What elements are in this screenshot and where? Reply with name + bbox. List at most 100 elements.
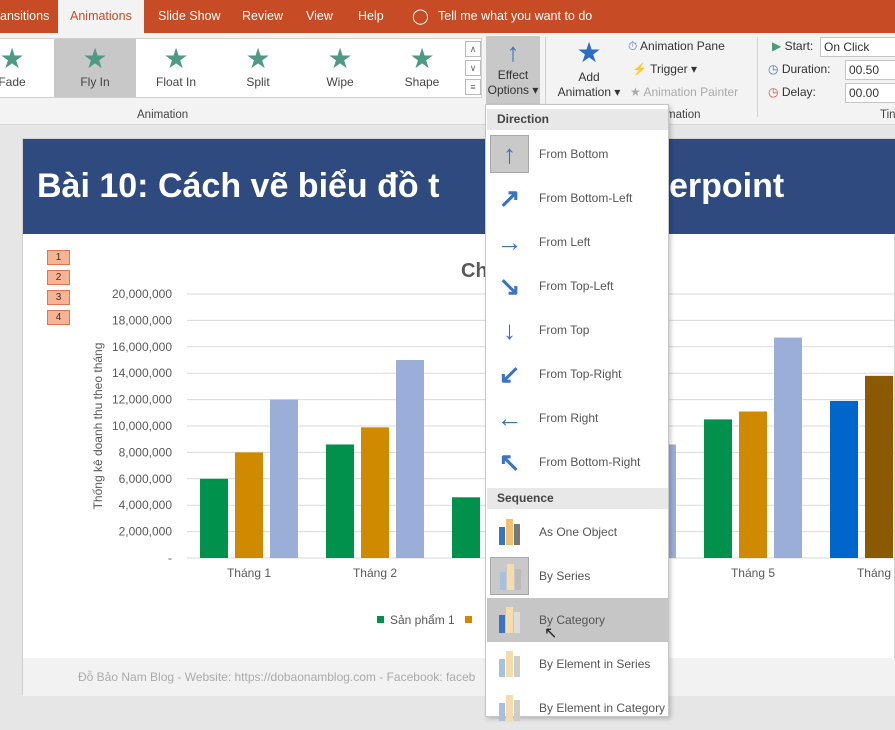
duration-label-text: Duration: [781, 62, 831, 76]
animation-pane-button[interactable]: ⏱ Animation Pane [628, 39, 725, 54]
slide-title-band: Bài 10: Cách vẽ biểu đồ t erpoint [23, 139, 895, 234]
tab-view[interactable]: View [306, 0, 333, 33]
arrow-right-icon: → [496, 227, 523, 257]
animation-pane-label: Animation Pane [640, 39, 725, 53]
menu-header-sequence: Sequence [487, 488, 668, 509]
as-one-object-icon [490, 513, 529, 551]
gallery-scroll-up[interactable]: ∧ [465, 41, 481, 57]
direction-from-bottom[interactable]: ↑ From Bottom [487, 132, 668, 176]
sequence-by-series[interactable]: By Series [487, 554, 668, 598]
sequence-by-category[interactable]: By Category [487, 598, 668, 642]
gallery-label: Split [246, 75, 270, 89]
trigger-button[interactable]: ⚡ Trigger ▾ [632, 62, 697, 76]
delay-label: ◷ Delay: [768, 85, 816, 99]
gallery-item-fly-in[interactable]: ★ Fly In [54, 39, 136, 97]
menu-item-label: By Element in Series [539, 657, 651, 671]
start-label: ▶ Start: [772, 39, 813, 53]
trigger-label: Trigger ▾ [650, 62, 697, 76]
arrow-up-icon: ↑ [503, 139, 516, 169]
tab-help[interactable]: Help [358, 0, 384, 33]
gallery-item-shape[interactable]: ★ Shape [381, 39, 463, 97]
gallery-label: Shape [404, 75, 440, 89]
start-select[interactable]: On Click [820, 37, 895, 57]
delay-input[interactable]: 00.00 [845, 83, 895, 103]
gallery-label: Wipe [326, 75, 354, 89]
direction-from-top-left[interactable]: ↘ From Top-Left [487, 264, 668, 308]
tab-slide-show[interactable]: Slide Show [158, 0, 221, 33]
add-animation-button[interactable]: ★ Add Animation ▾ [552, 36, 626, 104]
menu-header-direction: Direction [487, 109, 668, 130]
menu-item-label: From Bottom [539, 147, 609, 161]
effect-options-menu: Direction ↑ From Bottom ↗ From Bottom-Left →… [485, 104, 669, 721]
direction-from-top-right[interactable]: ↙ From Top-Right [487, 352, 668, 396]
direction-from-left[interactable]: → From Left [487, 220, 668, 264]
arrow-up-icon: ↑ [506, 37, 520, 67]
menu-item-label: From Top-Left [539, 279, 614, 293]
menu-item-label: From Top-Right [539, 367, 622, 381]
slide-title-end[interactable]: erpoint [669, 167, 784, 206]
group-label-animation: Animation [137, 109, 189, 121]
animation-gallery: ★ Fade ★ Fly In ★ Float In ★ Split ★ Wipe ★ Sh… [0, 38, 482, 98]
gallery-item-wipe[interactable]: ★ Wipe [299, 39, 381, 97]
painter-icon: ★ [630, 85, 641, 99]
direction-from-top[interactable]: ↓ From Top [487, 308, 668, 352]
animation-marker[interactable]: 3 [47, 290, 70, 305]
sequence-by-element-in-series[interactable]: By Element in Series [487, 642, 668, 686]
effect-options-label: Effect [497, 68, 529, 82]
duration-input[interactable]: 00.50 [845, 60, 895, 80]
tell-me-search[interactable]: Tell me what you want to do [438, 0, 592, 33]
delay-clock-icon: ◷ [768, 85, 779, 99]
lightbulb-icon: ◯ [412, 8, 429, 25]
tab-transitions[interactable]: ansitions [0, 0, 49, 33]
gallery-item-fade[interactable]: ★ Fade [0, 39, 53, 97]
arrow-up-left-icon: ↖ [498, 447, 521, 477]
star-icon: ★ [245, 43, 271, 74]
gallery-label: Fade [0, 75, 26, 89]
direction-from-bottom-right[interactable]: ↖ From Bottom-Right [487, 440, 668, 484]
animation-marker[interactable]: 2 [47, 270, 70, 285]
add-animation-label: Add [578, 70, 600, 84]
direction-from-right[interactable]: ← From Right [487, 396, 668, 440]
arrow-up-right-icon: ↗ [498, 183, 521, 213]
tab-review[interactable]: Review [242, 0, 283, 33]
slide[interactable]: Bài 10: Cách vẽ biểu đồ t erpoint 1 2 3 … [22, 138, 895, 696]
menu-item-label: From Bottom-Right [539, 455, 641, 469]
gallery-label: Float In [155, 75, 197, 89]
sequence-by-element-in-category[interactable]: By Element in Category [487, 686, 668, 730]
effect-options-button[interactable]: ↑ Effect Options ▾ [486, 36, 540, 104]
add-star-icon: ★ [576, 37, 602, 68]
arrow-down-icon: ↓ [503, 315, 516, 345]
lightning-icon: ⚡ [632, 62, 647, 76]
menu-item-label: By Series [539, 569, 591, 583]
star-icon: ★ [409, 43, 435, 74]
star-icon: ★ [82, 43, 108, 74]
direction-from-bottom-left[interactable]: ↗ From Bottom-Left [487, 176, 668, 220]
by-category-icon [490, 601, 529, 639]
menu-item-label: From Top [539, 323, 590, 337]
tab-animations[interactable]: Animations [58, 0, 144, 33]
gallery-scroll-down[interactable]: ∨ [465, 60, 481, 76]
mouse-cursor-icon: ↖ [544, 625, 558, 642]
ribbon-tab-bar: ansitions Animations Slide Show Review V… [0, 0, 895, 33]
animation-painter-label: Animation Painter [643, 85, 739, 99]
group-label-advanced-animation: mation [666, 109, 701, 121]
slide-title[interactable]: Bài 10: Cách vẽ biểu đồ t [37, 167, 439, 206]
menu-item-label: As One Object [539, 525, 618, 539]
effect-options-label: Options ▾ [487, 83, 539, 97]
animation-painter-button[interactable]: ★ Animation Painter [630, 85, 738, 99]
sequence-as-one-object[interactable]: As One Object [487, 510, 668, 554]
gallery-item-float-in[interactable]: ★ Float In [135, 39, 217, 97]
menu-item-label: By Element in Category [539, 701, 666, 715]
delay-label-text: Delay: [781, 85, 816, 99]
menu-item-label: From Left [539, 235, 591, 249]
animation-pane-icon: ⏱ [628, 39, 638, 53]
arrow-down-left-icon: ↙ [498, 359, 521, 389]
gallery-more[interactable]: ≡ [465, 79, 481, 95]
star-icon: ★ [0, 43, 25, 74]
animation-marker[interactable]: 1 [47, 250, 70, 265]
animation-marker[interactable]: 4 [47, 310, 70, 325]
play-icon: ▶ [772, 39, 782, 53]
menu-item-label: From Bottom-Left [539, 191, 633, 205]
arrow-down-right-icon: ↘ [498, 271, 521, 301]
gallery-item-split[interactable]: ★ Split [217, 39, 299, 97]
